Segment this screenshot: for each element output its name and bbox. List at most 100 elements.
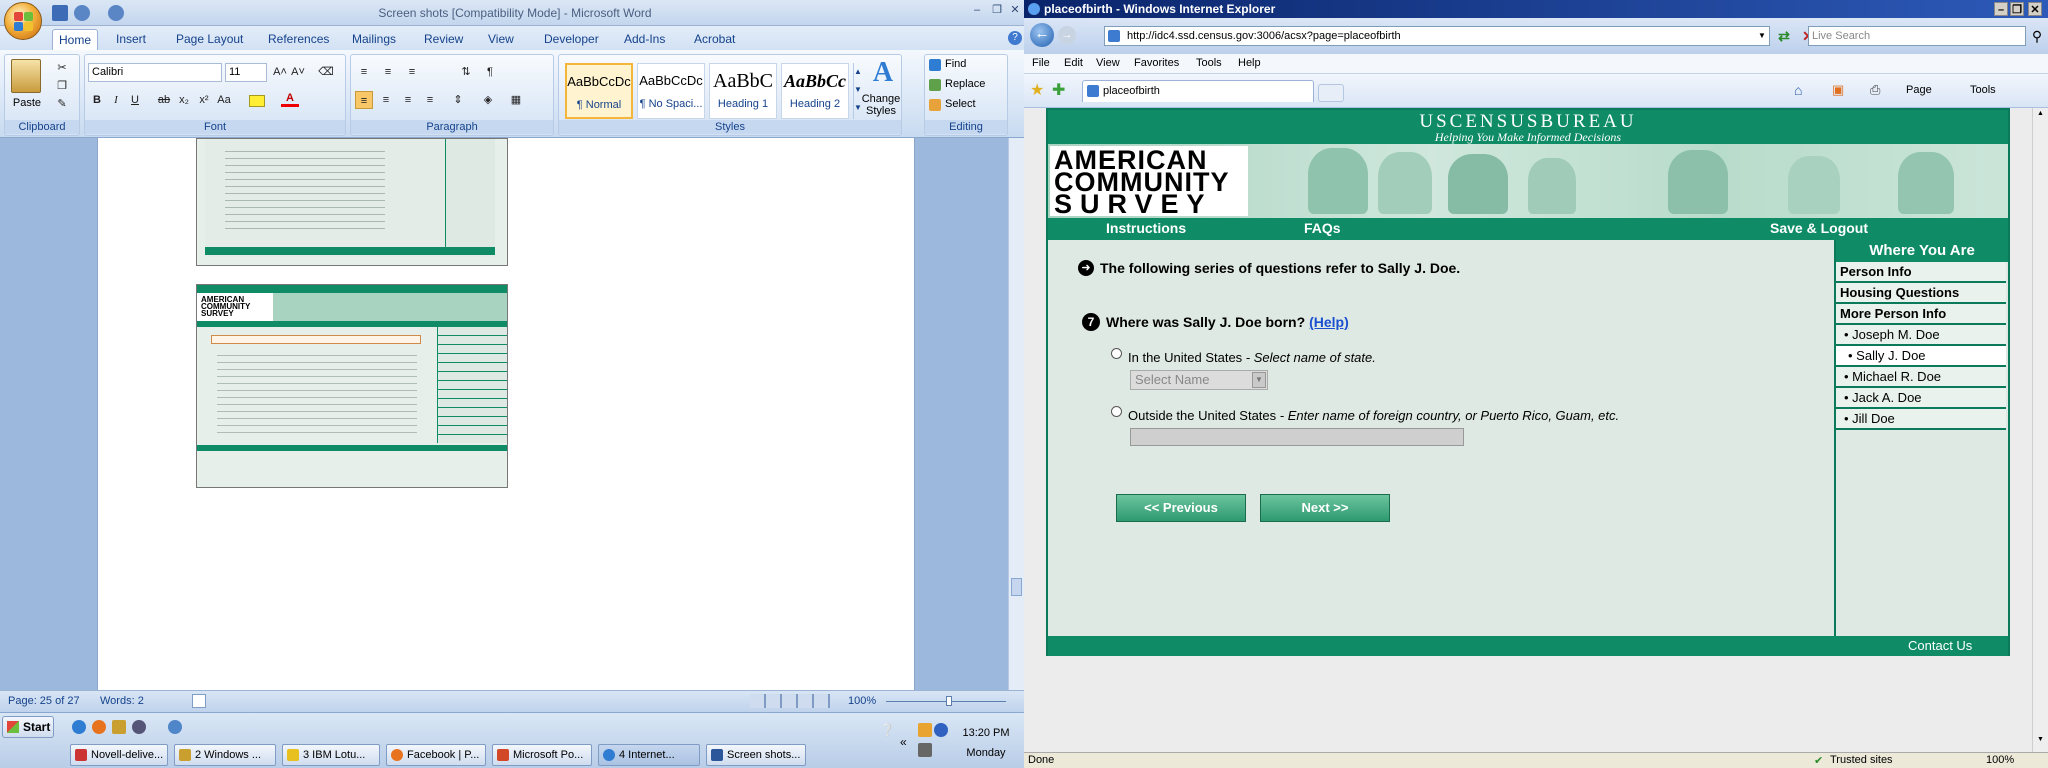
- zoom-level[interactable]: 100%: [848, 695, 876, 707]
- format-painter-icon[interactable]: ✎: [53, 95, 71, 113]
- page-menu[interactable]: Page: [1906, 84, 1932, 96]
- scroll-thumb[interactable]: [1011, 578, 1022, 596]
- ie-zoom[interactable]: 100%: [1986, 754, 2014, 766]
- sidebar-person[interactable]: • Jill Doe: [1836, 409, 2006, 430]
- font-size-combo[interactable]: 11: [225, 63, 267, 82]
- align-center-icon[interactable]: ≡: [377, 91, 395, 109]
- foreign-country-input[interactable]: [1130, 428, 1464, 446]
- back-icon[interactable]: ←: [1030, 23, 1054, 47]
- restore-icon[interactable]: ❐: [990, 3, 1004, 17]
- grow-font-icon[interactable]: A˄: [271, 63, 289, 81]
- firefox-quicklaunch-icon[interactable]: [92, 720, 106, 734]
- tab-acrobat[interactable]: Acrobat: [688, 29, 741, 50]
- sort-icon[interactable]: ⇅: [457, 63, 475, 81]
- clear-format-icon[interactable]: ⌫: [317, 63, 335, 81]
- search-input[interactable]: Live Search: [1808, 26, 2026, 46]
- folder-quicklaunch-icon[interactable]: [112, 720, 126, 734]
- superscript-icon[interactable]: x²: [195, 91, 213, 109]
- new-tab-button[interactable]: [1318, 84, 1344, 102]
- browser-tab[interactable]: placeofbirth: [1082, 80, 1314, 102]
- change-case-icon[interactable]: Aa: [215, 91, 233, 109]
- style-normal[interactable]: AaBbCcDc ¶ Normal: [565, 63, 633, 119]
- zoom-slider-thumb[interactable]: [946, 696, 952, 706]
- state-select[interactable]: Select Name: [1130, 370, 1268, 390]
- menu-view[interactable]: View: [1096, 57, 1120, 69]
- tray-icon[interactable]: [918, 743, 932, 757]
- subscript-icon[interactable]: x₂: [175, 91, 193, 109]
- sidebar-person[interactable]: • Joseph M. Doe: [1836, 325, 2006, 346]
- italic-icon[interactable]: I: [107, 91, 125, 109]
- menu-favorites[interactable]: Favorites: [1134, 57, 1179, 69]
- tab-mailings[interactable]: Mailings: [346, 29, 402, 50]
- document-page[interactable]: AMERICAN COMMUNITY SURVEY: [97, 138, 915, 690]
- help-link[interactable]: (Help): [1309, 314, 1349, 330]
- font-name-combo[interactable]: Calibri: [88, 63, 222, 82]
- underline-icon[interactable]: U: [126, 91, 144, 109]
- tab-add-ins[interactable]: Add-Ins: [618, 29, 671, 50]
- help-icon[interactable]: ?: [1008, 31, 1022, 45]
- cut-icon[interactable]: ✂: [53, 59, 71, 77]
- refresh-icon[interactable]: ⇄: [1774, 26, 1794, 46]
- clock-time[interactable]: 13:20 PM: [956, 727, 1016, 739]
- task-facebook[interactable]: Facebook | P...: [386, 744, 486, 766]
- menu-help[interactable]: Help: [1238, 57, 1261, 69]
- shrink-font-icon[interactable]: A˅: [289, 63, 307, 81]
- highlight-icon[interactable]: [249, 95, 265, 107]
- faqs-link[interactable]: FAQs: [1304, 220, 1341, 236]
- tab-developer[interactable]: Developer: [538, 29, 605, 50]
- style-heading-1[interactable]: AaBbC Heading 1: [709, 63, 777, 119]
- strikethrough-icon[interactable]: ab: [155, 91, 173, 109]
- task-powerpoint[interactable]: Microsoft Po...: [492, 744, 592, 766]
- style-heading-2[interactable]: AaBbCc Heading 2: [781, 63, 849, 119]
- line-spacing-icon[interactable]: ⇕: [449, 91, 467, 109]
- url-field[interactable]: http://idc4.ssd.census.gov:3006/acsx?pag…: [1104, 26, 1770, 46]
- search-icon[interactable]: ⚲: [2028, 26, 2046, 46]
- tab-review[interactable]: Review: [418, 29, 469, 50]
- undo-icon[interactable]: [74, 5, 90, 21]
- align-left-icon[interactable]: ≡: [355, 91, 373, 109]
- url-dropdown-icon[interactable]: ▼: [1756, 27, 1768, 45]
- borders-icon[interactable]: ▦: [507, 91, 525, 109]
- tools-menu[interactable]: Tools: [1970, 84, 1996, 96]
- next-button[interactable]: Next >>: [1260, 494, 1390, 522]
- find-button[interactable]: Find: [945, 58, 966, 70]
- feeds-icon[interactable]: ▣: [1832, 82, 1844, 98]
- tray-icon[interactable]: [918, 723, 932, 737]
- chevron-down-icon[interactable]: ▼: [1252, 372, 1266, 388]
- embedded-screenshot[interactable]: [196, 138, 508, 266]
- view-buttons[interactable]: [750, 694, 830, 708]
- shading-icon[interactable]: ◈: [479, 91, 497, 109]
- restore-icon[interactable]: ❐: [2010, 2, 2024, 16]
- tab-page-layout[interactable]: Page Layout: [170, 29, 249, 50]
- show-marks-icon[interactable]: ¶: [481, 63, 499, 81]
- change-styles-button[interactable]: Change Styles: [859, 93, 903, 117]
- bold-icon[interactable]: B: [88, 91, 106, 109]
- scroll-up-icon[interactable]: ▲: [2035, 110, 2046, 122]
- menu-file[interactable]: File: [1032, 57, 1050, 69]
- sidebar-item-more-person-info[interactable]: More Person Info: [1836, 304, 2006, 325]
- menu-tools[interactable]: Tools: [1196, 57, 1222, 69]
- ie-quicklaunch-icon[interactable]: [72, 720, 86, 734]
- home-icon[interactable]: ⌂: [1794, 82, 1802, 98]
- word-count[interactable]: Words: 2: [100, 695, 144, 707]
- numbering-icon[interactable]: ≡: [379, 63, 397, 81]
- security-zone[interactable]: Trusted sites: [1830, 754, 1893, 766]
- change-styles-icon[interactable]: A: [865, 57, 901, 89]
- forward-icon[interactable]: →: [1058, 26, 1076, 44]
- tray-icon[interactable]: [934, 723, 948, 737]
- word-vertical-scrollbar[interactable]: [1008, 138, 1024, 690]
- replace-button[interactable]: Replace: [945, 78, 985, 90]
- task-windows[interactable]: 2 Windows ...: [174, 744, 276, 766]
- media-quicklaunch-icon[interactable]: [132, 720, 146, 734]
- proofing-icon[interactable]: [192, 694, 206, 708]
- tray-expand-icon[interactable]: «: [900, 735, 907, 749]
- app-quicklaunch-icon[interactable]: [168, 720, 182, 734]
- save-logout-link[interactable]: Save & Logout: [1770, 220, 1868, 236]
- style-no-spacing[interactable]: AaBbCcDc ¶ No Spaci...: [637, 63, 705, 119]
- tab-references[interactable]: References: [262, 29, 335, 50]
- font-color-icon[interactable]: A: [281, 89, 299, 107]
- menu-edit[interactable]: Edit: [1064, 57, 1083, 69]
- instructions-link[interactable]: Instructions: [1106, 220, 1186, 236]
- add-favorite-icon[interactable]: ✚: [1052, 80, 1065, 100]
- previous-button[interactable]: << Previous: [1116, 494, 1246, 522]
